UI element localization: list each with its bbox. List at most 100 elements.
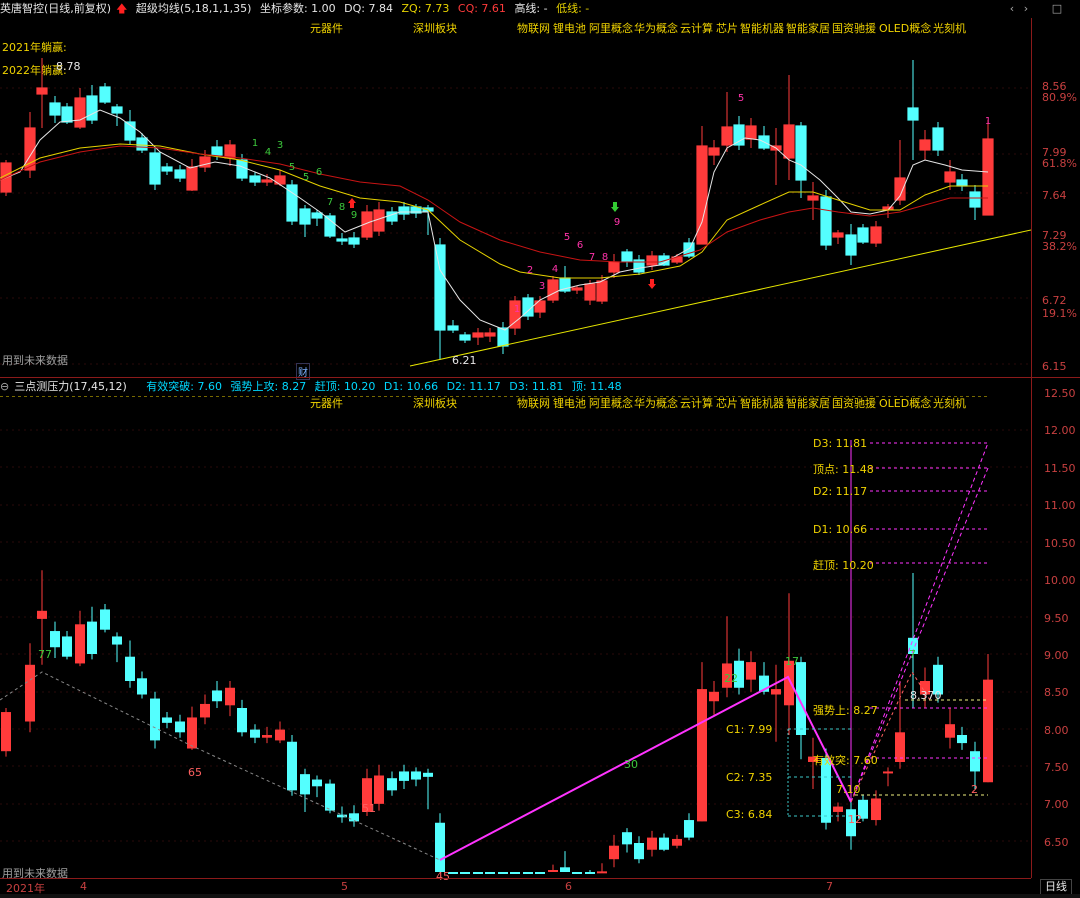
candle-body — [325, 783, 335, 811]
sequence-count: 3 — [539, 281, 545, 292]
candle-body — [634, 843, 644, 860]
candle-body — [50, 631, 60, 648]
price-tick: 7.00 — [1044, 798, 1069, 811]
c3-label: C3: 6.84 — [726, 808, 773, 821]
lower-chart[interactable] — [0, 396, 1031, 878]
candle-body-fill — [585, 284, 595, 300]
candle-body — [99, 86, 111, 103]
point-17: 17 — [785, 655, 799, 668]
candle-body — [300, 774, 310, 795]
lower-field: 有效突破: 7.60 — [146, 380, 222, 393]
candle-body — [411, 771, 421, 780]
lower-field: 赶顶: 10.20 — [314, 380, 376, 393]
c2-label: C2: 7.35 — [726, 771, 773, 784]
bottom-tab-strip — [0, 894, 1080, 898]
candle-body-fill — [597, 281, 607, 301]
high-line-value: 高线: - — [514, 2, 548, 15]
candle-body — [111, 106, 123, 114]
candle-body — [348, 237, 360, 245]
lower-indicator-title[interactable]: 三点测压力(17,45,12) — [14, 380, 127, 393]
candle-body — [497, 327, 509, 347]
up-arrow-icon: 🡅 — [116, 2, 128, 15]
point-710: 7.10 — [836, 783, 861, 796]
candle-body — [796, 662, 806, 735]
candle-body — [324, 215, 336, 237]
candle-body — [187, 717, 197, 749]
sequence-count: 4 — [265, 147, 271, 158]
candle-body — [684, 820, 694, 838]
candle-body-fill — [722, 127, 732, 145]
time-label: 7 — [826, 880, 833, 893]
candle-body — [473, 872, 483, 874]
candle-body-fill — [709, 148, 719, 155]
price-tick: 12.00 — [1044, 424, 1076, 437]
candle-body — [572, 872, 582, 874]
point-2: 2 — [971, 783, 978, 796]
period-button[interactable]: 日线 — [1040, 879, 1072, 895]
candle-body — [225, 687, 235, 706]
price-tick: 9.00 — [1044, 649, 1069, 662]
candle-body — [932, 127, 944, 151]
point-12: 12 — [848, 813, 862, 826]
coord-param: 坐标参数: 1.00 — [259, 2, 336, 15]
price-tick: 11.00 — [1044, 499, 1076, 512]
candle-body — [175, 721, 185, 733]
sequence-count: 2 — [527, 265, 533, 276]
candle-body — [61, 106, 73, 123]
sequence-count: 4 — [552, 264, 558, 275]
candle-body-fill — [871, 227, 881, 243]
ma-white-line — [0, 109, 989, 331]
upper-chart[interactable]: 1 3455 67 891234567 8951 — [0, 18, 1031, 378]
candle-body — [423, 772, 433, 777]
candle-body — [86, 95, 98, 121]
candle-body — [237, 708, 247, 733]
candle-body-fill — [784, 125, 794, 158]
candle-body — [647, 837, 657, 850]
candle-body — [621, 251, 633, 262]
collapse-icon[interactable]: ⊖ — [0, 380, 9, 393]
candle-body-fill — [945, 172, 955, 182]
point-7: 7 — [909, 648, 916, 661]
time-label: 5 — [341, 880, 348, 893]
prev-button[interactable]: ‹ — [1006, 3, 1018, 15]
point-8370: 8.370 — [910, 689, 942, 702]
cq-value: CQ: 7.61 — [457, 2, 506, 15]
price-tick: 7.50 — [1044, 761, 1069, 774]
lower-field: D1: 10.66 — [383, 380, 439, 393]
point-51: 51 — [362, 802, 376, 815]
candle-body-fill — [37, 88, 47, 94]
candle-body — [399, 771, 409, 781]
point-77: 77 — [38, 648, 52, 661]
level-d1: D1: 10.66 — [813, 523, 868, 536]
candle-body-fill — [609, 262, 619, 272]
low-line-value: 低线: - — [556, 2, 590, 15]
candle-body-fill — [572, 288, 582, 290]
pct-tick: 38.2% — [1042, 240, 1077, 253]
candle-body-fill — [808, 196, 818, 200]
candle-body — [75, 624, 85, 664]
candle-body — [161, 166, 173, 172]
price-tick: 12.50 — [1044, 387, 1076, 400]
candle-body-fill — [225, 145, 235, 158]
candle-body — [659, 837, 669, 850]
candle-body — [585, 872, 595, 874]
sequence-count: 9 — [614, 217, 620, 228]
maximize-button[interactable]: □ — [1051, 3, 1063, 15]
lower-field: 强势上攻: 8.27 — [230, 380, 307, 393]
candle-body — [312, 779, 322, 787]
candle-body — [49, 102, 61, 116]
candle-body — [37, 610, 47, 619]
candle-body — [1, 712, 11, 752]
indicator-name[interactable]: 超级均线(5,18,1,1,35) — [136, 2, 252, 15]
stock-name[interactable]: 英唐智控(日线,前复权) — [0, 2, 111, 15]
sequence-count: 1 — [252, 138, 258, 149]
candle-body — [969, 191, 981, 208]
candle-body-fill — [883, 207, 893, 209]
candle-body — [560, 867, 570, 872]
next-button[interactable]: › — [1020, 3, 1032, 15]
lower-field: 顶: 11.48 — [571, 380, 622, 393]
candle-body — [857, 227, 869, 243]
candle-body — [820, 196, 832, 246]
level-strong: 强势上: 8.27 — [813, 704, 878, 717]
sequence-count: 5 — [738, 93, 744, 104]
